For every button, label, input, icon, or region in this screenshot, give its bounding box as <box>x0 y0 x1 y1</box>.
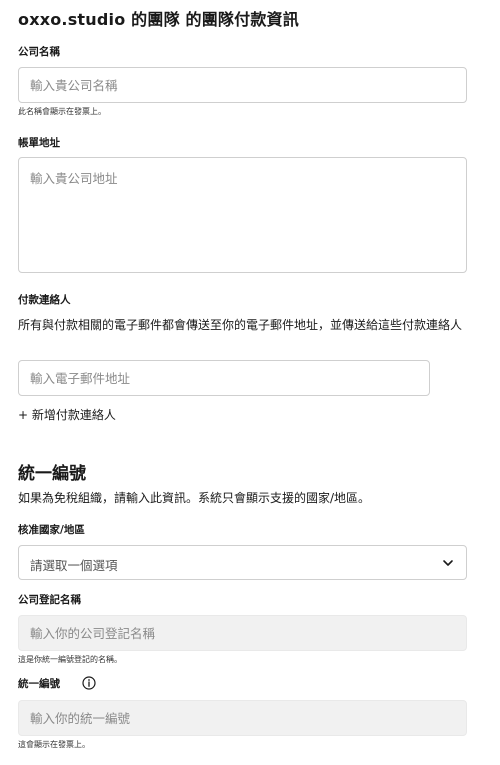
tax-id-label: 統一編號 <box>18 678 60 690</box>
chevron-down-icon <box>443 560 453 566</box>
country-select-value: 請選取一個選項 <box>30 558 118 573</box>
billing-address-label: 帳單地址 <box>18 137 60 149</box>
registered-name-input <box>18 615 467 651</box>
country-label: 核准國家/地區 <box>18 524 85 536</box>
registered-name-hint: 這是你統一編號登記的名稱。 <box>18 655 122 664</box>
add-billing-contact-link[interactable]: + 新增付款連絡人 <box>18 406 116 423</box>
billing-contact-email-input[interactable] <box>18 360 430 396</box>
company-name-input[interactable] <box>18 67 467 103</box>
tax-id-input <box>18 700 467 736</box>
billing-contact-label: 付款連絡人 <box>18 294 71 306</box>
page-title: oxxo.studio 的團隊 的團隊付款資訊 <box>18 10 299 29</box>
company-name-hint: 此名稱會顯示在發票上。 <box>18 107 106 116</box>
info-icon[interactable] <box>82 676 96 690</box>
tax-id-section-description: 如果為免稅組織，請輸入此資訊。系統只會顯示支援的國家/地區。 <box>18 491 371 505</box>
tax-id-hint: 這會顯示在發票上。 <box>18 740 90 749</box>
registered-name-label: 公司登記名稱 <box>18 594 81 606</box>
tax-id-section-title: 統一編號 <box>18 464 86 484</box>
tax-id-label-row: 統一編號 <box>18 676 138 692</box>
company-name-label: 公司名稱 <box>18 46 60 58</box>
country-select[interactable]: 請選取一個選項 <box>18 545 467 580</box>
billing-address-input[interactable] <box>18 157 467 273</box>
billing-contact-description: 所有與付款相關的電子郵件都會傳送至你的電子郵件地址，並傳送給這些付款連絡人 <box>18 318 463 332</box>
